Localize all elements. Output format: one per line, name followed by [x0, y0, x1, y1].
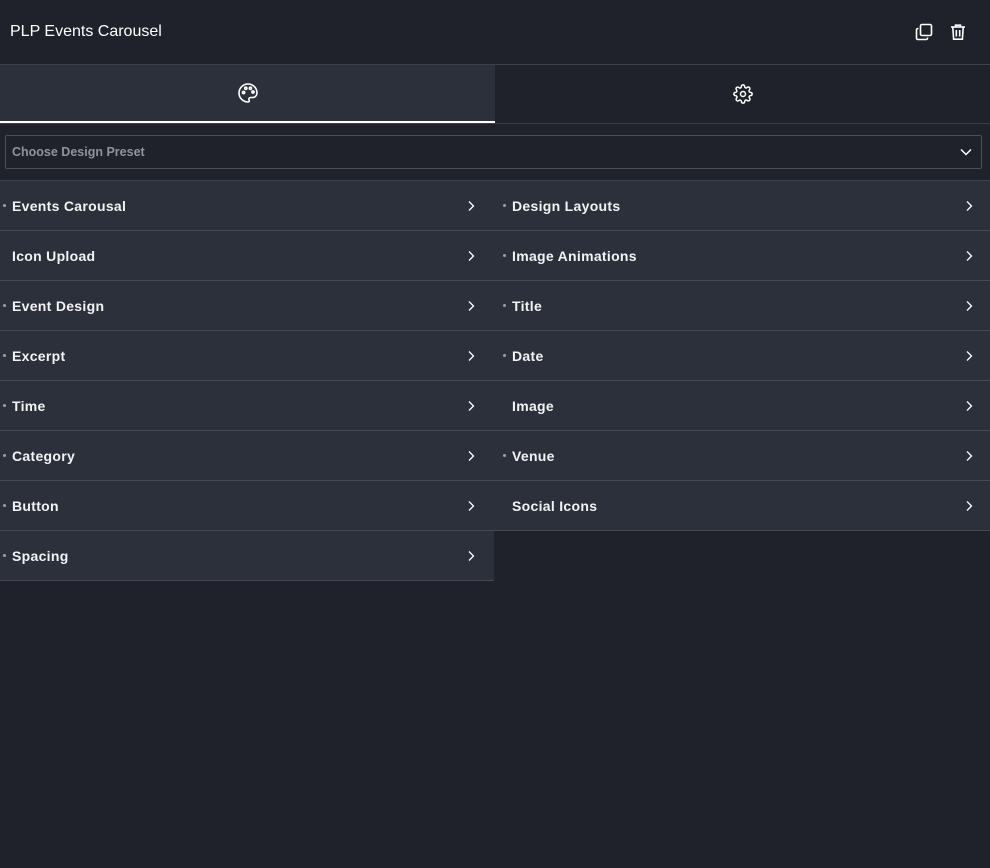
chevron-right-icon — [468, 350, 475, 361]
section-label: Event Design — [12, 297, 105, 314]
section-label: Image Animations — [512, 247, 637, 264]
tab-settings[interactable] — [495, 65, 990, 123]
palette-icon — [237, 83, 258, 103]
chevron-right-icon — [468, 300, 475, 311]
duplicate-icon — [915, 23, 933, 41]
modified-dot — [3, 354, 6, 357]
panel-title: PLP Events Carousel — [10, 22, 162, 40]
section-image-animations[interactable]: Image Animations — [494, 231, 990, 281]
modified-dot — [3, 504, 6, 507]
section-category[interactable]: Category — [0, 431, 494, 481]
chevron-right-icon — [468, 200, 475, 211]
modified-dot — [3, 554, 6, 557]
section-label: Design Layouts — [512, 197, 621, 214]
section-label: Image — [512, 397, 554, 414]
modified-dot — [503, 354, 506, 357]
preset-section: Choose Design Preset — [0, 124, 990, 181]
design-preset-select[interactable]: Choose Design Preset — [5, 135, 982, 169]
section-events-carousal[interactable]: Events Carousal — [0, 181, 494, 231]
section-time[interactable]: Time — [0, 381, 494, 431]
section-spacing[interactable]: Spacing — [0, 531, 494, 581]
header-actions — [912, 20, 970, 44]
modified-dot — [503, 204, 506, 207]
chevron-right-icon — [966, 250, 973, 261]
chevron-right-icon — [468, 400, 475, 411]
modified-dot — [3, 454, 6, 457]
sections-column-left: Events Carousal Icon Upload Event Design… — [0, 181, 494, 581]
chevron-right-icon — [468, 550, 475, 561]
section-label: Date — [512, 347, 544, 364]
chevron-right-icon — [966, 350, 973, 361]
panel-header: PLP Events Carousel — [0, 0, 990, 65]
section-label: Events Carousal — [12, 197, 127, 214]
section-image[interactable]: Image — [494, 381, 990, 431]
section-date[interactable]: Date — [494, 331, 990, 381]
panel-tabs — [0, 65, 990, 124]
tab-style[interactable] — [0, 65, 495, 123]
modified-dot — [3, 304, 6, 307]
section-venue[interactable]: Venue — [494, 431, 990, 481]
chevron-right-icon — [966, 450, 973, 461]
section-icon-upload[interactable]: Icon Upload — [0, 231, 494, 281]
duplicate-button[interactable] — [912, 20, 936, 44]
chevron-right-icon — [966, 200, 973, 211]
sections-grid: Events Carousal Icon Upload Event Design… — [0, 181, 990, 581]
chevron-right-icon — [468, 250, 475, 261]
modified-dot — [503, 454, 506, 457]
modified-dot — [3, 204, 6, 207]
chevron-right-icon — [966, 500, 973, 511]
gear-icon — [732, 84, 753, 104]
chevron-right-icon — [468, 500, 475, 511]
modified-dot — [3, 404, 6, 407]
section-label: Excerpt — [12, 347, 66, 364]
chevron-right-icon — [966, 300, 973, 311]
section-label: Category — [12, 447, 76, 464]
preset-placeholder: Choose Design Preset — [12, 145, 145, 159]
section-button[interactable]: Button — [0, 481, 494, 531]
section-label: Time — [12, 397, 46, 414]
section-event-design[interactable]: Event Design — [0, 281, 494, 331]
chevron-right-icon — [468, 450, 475, 461]
chevron-right-icon — [966, 400, 973, 411]
section-label: Social Icons — [512, 497, 598, 514]
section-excerpt[interactable]: Excerpt — [0, 331, 494, 381]
section-label: Venue — [512, 447, 555, 464]
section-label: Icon Upload — [12, 247, 96, 264]
section-label: Button — [12, 497, 59, 514]
section-label: Title — [512, 297, 543, 314]
section-social-icons[interactable]: Social Icons — [494, 481, 990, 531]
modified-dot — [503, 254, 506, 257]
chevron-down-icon — [960, 148, 972, 156]
section-title[interactable]: Title — [494, 281, 990, 331]
settings-panel: PLP Events Carousel Choose Design Preset… — [0, 0, 990, 868]
section-label: Spacing — [12, 547, 69, 564]
section-design-layouts[interactable]: Design Layouts — [494, 181, 990, 231]
modified-dot — [503, 304, 506, 307]
trash-icon — [951, 24, 965, 40]
delete-button[interactable] — [946, 20, 970, 44]
sections-column-right: Design Layouts Image Animations Title Da… — [494, 181, 990, 531]
